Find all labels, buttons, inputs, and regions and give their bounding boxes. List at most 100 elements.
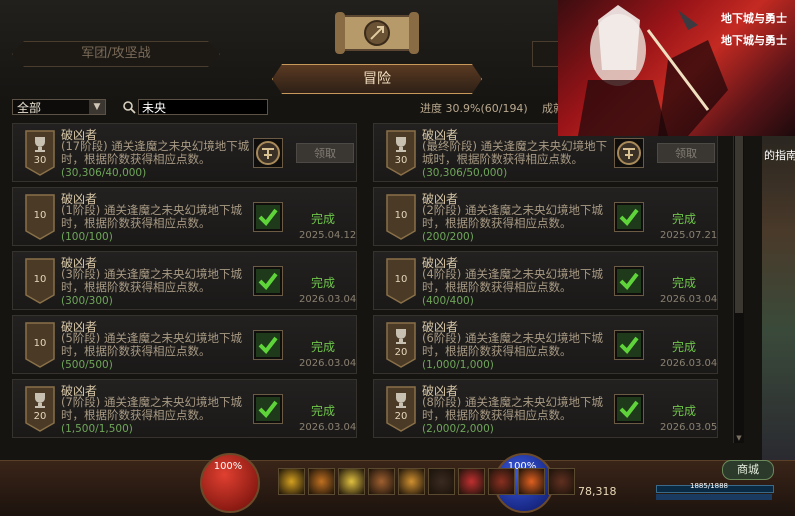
achievement-card: 20 破凶者 (8阶段) 通关逢魔之未央幻境地下城时，根据阶数获得相应点数。 (2,0… (373, 379, 718, 438)
skill-slot-icon[interactable] (428, 468, 455, 495)
scroll-down-icon[interactable]: ▼ (734, 434, 744, 443)
points-value: 20 (394, 411, 408, 422)
completed-status: 完成 (672, 276, 697, 290)
achievement-progress: (2,000/2,000) (422, 423, 494, 435)
skill-slot-icon[interactable] (308, 468, 335, 495)
achievement-progress: (1,500/1,500) (61, 423, 133, 435)
achievement-description: (4阶段) 通关逢魔之未央幻境地下城时，根据阶数获得相应点数。 (422, 267, 603, 294)
achievement-description: (最终阶段) 通关逢魔之未央幻境地下城时，根据阶数获得相应点数。 (422, 139, 608, 166)
trophy-badge-icon: 30 (24, 129, 56, 177)
progress-label: 进度 (420, 102, 442, 115)
achievement-progress: (30,306/40,000) (61, 167, 147, 179)
chevron-down-icon[interactable]: ▼ (89, 100, 105, 114)
completed-date: 2026.03.04 (660, 294, 718, 305)
game-world-strip (762, 136, 795, 460)
scroll-emblem-icon (335, 12, 419, 54)
points-value: 10 (394, 274, 408, 285)
achievement-progress: (100/100) (61, 231, 113, 243)
scrollbar-thumb[interactable] (735, 133, 743, 313)
points-value: 20 (33, 411, 47, 422)
shop-button[interactable]: 商城 (722, 460, 774, 480)
points-value: 10 (33, 338, 47, 349)
checkmark-icon (614, 266, 644, 296)
completed-date: 2025.07.21 (660, 230, 718, 241)
points-value: 10 (394, 210, 408, 221)
points-badge-icon: 10 (24, 193, 56, 241)
skill-slot-icon[interactable] (338, 468, 365, 495)
gold-amount: 78,318 (578, 485, 617, 498)
trophy-badge-icon: 20 (24, 385, 56, 433)
completed-status: 完成 (311, 404, 336, 418)
reward-emblem-icon (253, 138, 283, 168)
achievement-progress: (30,306/50,000) (422, 167, 508, 179)
category-dropdown[interactable]: 全部 ▼ (12, 99, 106, 115)
tab-guild-war[interactable]: 军团/攻坚战 (12, 41, 220, 67)
hp-percent: 100% (213, 461, 243, 472)
promo-banner[interactable]: 地下城与勇士 地下城与勇士 (558, 0, 795, 136)
skill-slot-icon[interactable] (278, 468, 305, 495)
points-value: 30 (33, 155, 47, 166)
bottom-hud: 100% 100% 商城 78,318 1885/1888 (0, 453, 795, 516)
checkmark-icon (614, 394, 644, 424)
shop-label: 商城 (737, 463, 759, 476)
points-value: 10 (33, 274, 47, 285)
achievement-card: 10 破凶者 (5阶段) 通关逢魔之未央幻境地下城时，根据阶数获得相应点数。 (500… (12, 315, 357, 374)
achievement-description: (1阶段) 通关逢魔之未央幻境地下城时，根据阶数获得相应点数。 (61, 203, 242, 230)
achievement-progress: (400/400) (422, 295, 474, 307)
claim-button[interactable]: 领取 (657, 143, 715, 163)
completed-date: 2026.03.04 (299, 294, 357, 305)
guide-text[interactable]: 的指南 (764, 147, 795, 163)
points-value: 10 (33, 210, 47, 221)
achievement-description: (6阶段) 通关逢魔之未央幻境地下城时，根据阶数获得相应点数。 (422, 331, 603, 358)
skill-slot-icon[interactable] (518, 468, 545, 495)
achievement-description: (3阶段) 通关逢魔之未央幻境地下城时，根据阶数获得相应点数。 (61, 267, 242, 294)
completed-date: 2026.03.04 (299, 422, 357, 433)
skill-slot-icon[interactable] (548, 468, 575, 495)
exp-text: 1885/1888 (690, 482, 728, 490)
checkmark-icon (614, 330, 644, 360)
achievement-progress: (200/200) (422, 231, 474, 243)
brand-logo-top: 地下城与勇士 (721, 12, 787, 25)
points-badge-icon: 10 (24, 321, 56, 369)
tab-adventure[interactable]: 冒险 (272, 64, 482, 94)
achievement-description: (7阶段) 通关逢魔之未央幻境地下城时，根据阶数获得相应点数。 (61, 395, 242, 422)
completed-date: 2026.03.05 (660, 422, 718, 433)
completed-status: 完成 (311, 212, 336, 226)
skill-slot-icon[interactable] (368, 468, 395, 495)
completed-status: 完成 (672, 404, 697, 418)
achievement-card: 10 破凶者 (2阶段) 通关逢魔之未央幻境地下城时，根据阶数获得相应点数。 (200… (373, 187, 718, 246)
checkmark-icon (253, 394, 283, 424)
points-badge-icon: 10 (24, 257, 56, 305)
achievement-description: (2阶段) 通关逢魔之未央幻境地下城时，根据阶数获得相应点数。 (422, 203, 603, 230)
achievement-description: (17阶段) 通关逢魔之未央幻境地下城时，根据阶数获得相应点数。 (61, 139, 250, 166)
trophy-badge-icon: 20 (385, 321, 417, 369)
checkmark-icon (253, 330, 283, 360)
progress-readout: 进度 30.9%(60/194) (420, 100, 528, 116)
checkmark-icon (253, 266, 283, 296)
achievement-card: 20 破凶者 (7阶段) 通关逢魔之未央幻境地下城时，根据阶数获得相应点数。 (1,5… (12, 379, 357, 438)
reward-emblem-icon (614, 138, 644, 168)
achievement-card: 10 破凶者 (4阶段) 通关逢魔之未央幻境地下城时，根据阶数获得相应点数。 (400… (373, 251, 718, 310)
checkmark-icon (253, 202, 283, 232)
checkmark-icon (614, 202, 644, 232)
completed-date: 2026.03.04 (660, 358, 718, 369)
achievement-description: (5阶段) 通关逢魔之未央幻境地下城时，根据阶数获得相应点数。 (61, 331, 242, 358)
claim-button[interactable]: 领取 (296, 143, 354, 163)
achievement-card: 10 破凶者 (1阶段) 通关逢魔之未央幻境地下城时，根据阶数获得相应点数。 (100… (12, 187, 357, 246)
achievement-description: (8阶段) 通关逢魔之未央幻境地下城时，根据阶数获得相应点数。 (422, 395, 603, 422)
points-value: 20 (394, 347, 408, 358)
scrollbar[interactable]: ▲ ▼ (733, 123, 744, 443)
skill-slot-icon[interactable] (488, 468, 515, 495)
achievement-list: 30 破凶者 (17阶段) 通关逢魔之未央幻境地下城时，根据阶数获得相应点数。 (30… (12, 123, 732, 453)
completed-status: 完成 (311, 340, 336, 354)
completed-status: 完成 (672, 212, 697, 226)
fatigue-bar (656, 494, 772, 500)
search-input[interactable]: 未央 (138, 99, 268, 115)
search-icon (123, 101, 136, 114)
skill-slot-icon[interactable] (398, 468, 425, 495)
points-value: 30 (394, 155, 408, 166)
skill-slot-icon[interactable] (458, 468, 485, 495)
achievement-card: 10 破凶者 (3阶段) 通关逢魔之未央幻境地下城时，根据阶数获得相应点数。 (300… (12, 251, 357, 310)
completed-date: 2025.04.12 (299, 230, 357, 241)
progress-value: 30.9%(60/194) (445, 102, 528, 115)
